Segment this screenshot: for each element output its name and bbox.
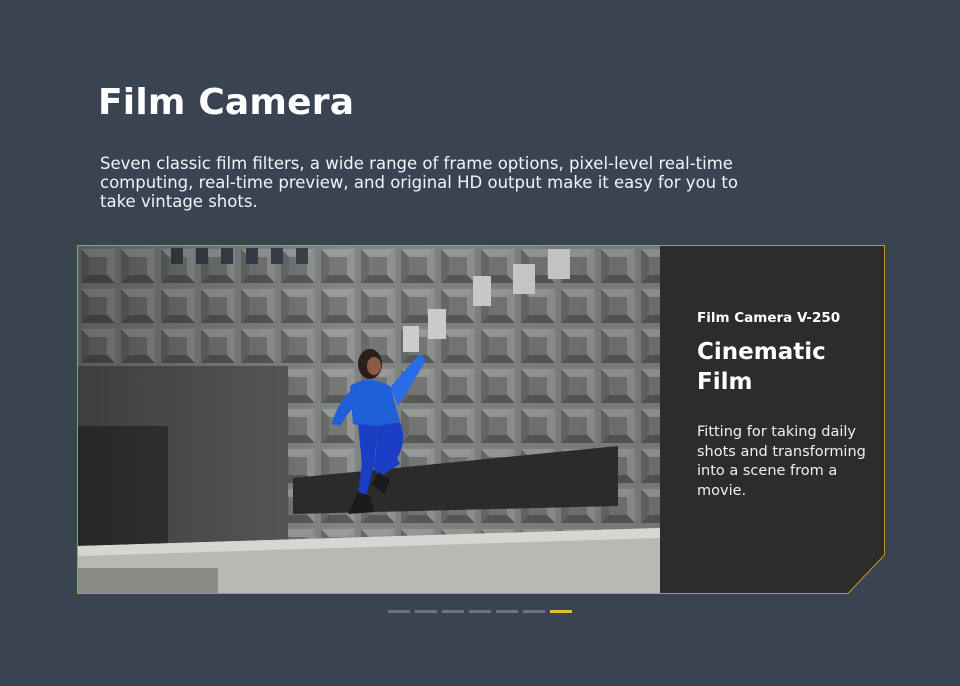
carousel-dot-2[interactable] [415, 610, 437, 613]
carousel-dot-7[interactable] [550, 610, 572, 613]
building-photo-image [78, 246, 660, 593]
carousel-pagination [388, 610, 572, 613]
carousel-dot-1[interactable] [388, 610, 410, 613]
slide-photo [78, 246, 660, 593]
carousel-slide[interactable]: Film Camera V-250 Cinematic Film Fitting… [77, 245, 885, 594]
section-title: Film Camera [98, 82, 355, 123]
product-model-label: Film Camera V-250 [697, 310, 841, 326]
carousel-dot-5[interactable] [496, 610, 518, 613]
slide-info-panel: Film Camera V-250 Cinematic Film Fitting… [697, 245, 885, 594]
section-description: Seven classic film filters, a wide range… [100, 154, 738, 211]
carousel-dot-6[interactable] [523, 610, 545, 613]
slide-headline: Cinematic Film [697, 339, 826, 395]
slide-body-text: Fitting for taking daily shots and trans… [697, 424, 866, 499]
film-camera-section: Film Camera Seven classic film filters, … [0, 0, 960, 686]
carousel-dot-4[interactable] [469, 610, 491, 613]
carousel-dot-3[interactable] [442, 610, 464, 613]
